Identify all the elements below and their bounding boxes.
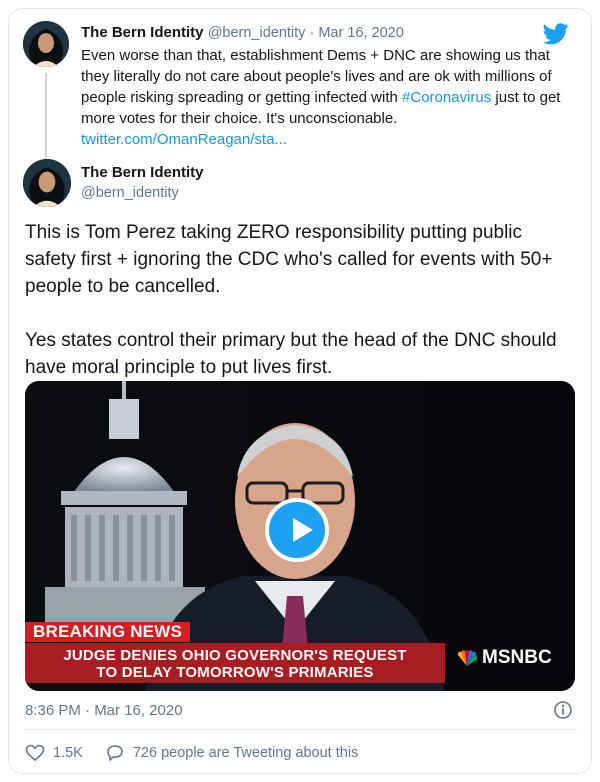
play-icon[interactable]: [265, 498, 329, 562]
tweet-paragraph: This is Tom Perez taking ZERO responsibi…: [25, 222, 553, 297]
tweet-header: The Bern Identity @bern_identity: [23, 159, 563, 211]
heart-icon: [25, 744, 45, 762]
avatar[interactable]: [23, 159, 71, 207]
avatar[interactable]: [23, 21, 69, 67]
breaking-news-banner: BREAKING NEWS: [25, 622, 190, 642]
chyron-line: JUDGE DENIES OHIO GOVERNOR'S REQUEST: [63, 647, 407, 664]
tweet-actions: 1.5K 726 people are Tweeting about this: [25, 741, 380, 765]
divider: [25, 729, 577, 730]
info-icon[interactable]: [553, 700, 573, 720]
author-name[interactable]: The Bern Identity: [81, 163, 204, 183]
peacock-icon: [458, 650, 477, 666]
parent-tweet-header: The Bern Identity @bern_identity · Mar 1…: [81, 23, 569, 43]
tweeting-about-link[interactable]: 726 people are Tweeting about this: [105, 743, 358, 763]
author-names: The Bern Identity @bern_identity: [81, 163, 204, 203]
news-chyron: JUDGE DENIES OHIO GOVERNOR'S REQUEST TO …: [25, 643, 445, 683]
network-logo: MSNBC: [455, 646, 552, 670]
hashtag-link[interactable]: #Coronavirus: [402, 89, 491, 106]
speech-bubble-icon: [107, 745, 123, 761]
parent-tweet-body: The Bern Identity @bern_identity · Mar 1…: [81, 23, 569, 150]
like-count: 1.5K: [53, 745, 83, 761]
thread-line: [45, 73, 47, 161]
tweet-card: The Bern Identity @bern_identity · Mar 1…: [8, 8, 592, 774]
author-handle-date[interactable]: @bern_identity · Mar 16, 2020: [208, 25, 404, 41]
tweet-timestamp[interactable]: 8:36 PM · Mar 16, 2020: [25, 701, 183, 721]
like-button[interactable]: 1.5K: [25, 743, 83, 763]
chyron-line: TO DELAY TOMORROW'S PRIMARIES: [96, 664, 374, 681]
network-name: MSNBC: [482, 647, 552, 668]
parent-tweet[interactable]: The Bern Identity @bern_identity · Mar 1…: [23, 21, 579, 161]
tweet-text: This is Tom Perez taking ZERO responsibi…: [25, 219, 575, 381]
video-player[interactable]: BREAKING NEWS JUDGE DENIES OHIO GOVERNOR…: [25, 381, 575, 691]
parent-tweet-text: Even worse than that, establishment Dems…: [81, 45, 569, 150]
author-handle[interactable]: @bern_identity: [81, 183, 204, 203]
tweet-paragraph: Yes states control their primary but the…: [25, 330, 557, 378]
author-name[interactable]: The Bern Identity: [81, 24, 204, 41]
quoted-url-link[interactable]: twitter.com/OmanReagan/sta...: [81, 131, 287, 148]
tweeting-about-text: 726 people are Tweeting about this: [132, 745, 359, 761]
